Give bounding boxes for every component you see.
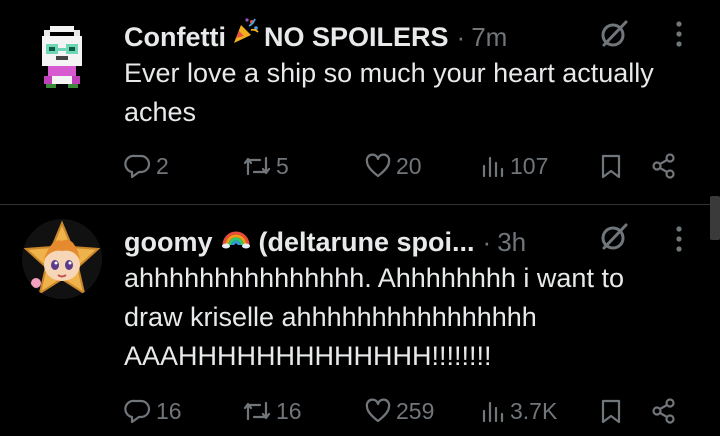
views-button[interactable]: 107 bbox=[480, 146, 548, 186]
anime-star-avatar-image bbox=[23, 220, 101, 296]
views-button[interactable]: 3.7K bbox=[480, 391, 557, 431]
post-text: Ever love a ship so much your heart actu… bbox=[124, 58, 654, 127]
author-name-suffix[interactable]: NO SPOILERS bbox=[264, 22, 449, 53]
bookmark-button[interactable] bbox=[598, 146, 624, 186]
like-button[interactable]: 259 bbox=[364, 391, 434, 431]
separator-dot: · bbox=[482, 227, 492, 257]
timestamp[interactable]: 3h bbox=[497, 227, 526, 258]
views-count: 107 bbox=[510, 152, 549, 179]
views-icon bbox=[482, 401, 504, 423]
repost-count: 5 bbox=[276, 152, 289, 179]
post-1[interactable]: Confetti NO SPOILERS · 7m Ever love a sh… bbox=[0, 0, 720, 204]
reply-button[interactable]: 16 bbox=[124, 391, 182, 431]
reply-icon bbox=[124, 154, 151, 179]
action-bar: 16 16 259 3.7K bbox=[124, 391, 684, 431]
repost-count: 16 bbox=[276, 397, 302, 424]
avatar[interactable] bbox=[22, 219, 102, 299]
share-button[interactable] bbox=[650, 391, 678, 431]
repost-icon bbox=[243, 401, 271, 421]
rainbow-icon bbox=[221, 231, 250, 249]
post-header: goomy (deltarune spoi... · 3h bbox=[124, 221, 526, 258]
share-icon bbox=[652, 398, 675, 424]
post-2[interactable]: goomy (deltarune spoi... · 3h ahhhhhhhhh… bbox=[0, 205, 720, 436]
heart-icon bbox=[365, 153, 391, 178]
timestamp[interactable]: 7m bbox=[471, 22, 507, 53]
repost-icon bbox=[243, 156, 271, 176]
like-count: 259 bbox=[396, 397, 435, 424]
post-text: ahhhhhhhhhhhhhhh. Ahhhhhhhh i want to dr… bbox=[124, 263, 624, 371]
reply-icon bbox=[124, 399, 151, 424]
like-button[interactable]: 20 bbox=[364, 146, 422, 186]
like-count: 20 bbox=[396, 152, 422, 179]
pixel-goat-avatar-image bbox=[42, 26, 82, 88]
action-bar: 2 5 20 107 bbox=[124, 146, 684, 186]
author-name[interactable]: Confetti bbox=[124, 22, 226, 53]
more-icon[interactable] bbox=[668, 223, 690, 255]
bookmark-icon bbox=[601, 154, 621, 179]
reply-count: 2 bbox=[156, 152, 169, 179]
views-icon bbox=[482, 156, 504, 178]
post-header: Confetti NO SPOILERS · 7m bbox=[124, 16, 507, 53]
share-button[interactable] bbox=[650, 146, 678, 186]
party-popper-icon bbox=[233, 18, 259, 43]
reply-count: 16 bbox=[156, 397, 182, 424]
separator-dot: · bbox=[456, 22, 466, 52]
repost-button[interactable]: 5 bbox=[242, 146, 289, 186]
grok-icon[interactable] bbox=[598, 221, 630, 253]
share-icon bbox=[652, 153, 675, 179]
heart-icon bbox=[365, 398, 391, 423]
more-icon[interactable] bbox=[668, 18, 690, 50]
author-name[interactable]: goomy bbox=[124, 227, 213, 258]
bookmark-button[interactable] bbox=[598, 391, 624, 431]
bookmark-icon bbox=[601, 399, 621, 424]
reply-button[interactable]: 2 bbox=[124, 146, 169, 186]
views-count: 3.7K bbox=[510, 397, 558, 424]
avatar[interactable] bbox=[22, 18, 102, 98]
author-name-suffix[interactable]: (deltarune spoi... bbox=[259, 227, 475, 258]
repost-button[interactable]: 16 bbox=[242, 391, 302, 431]
grok-icon[interactable] bbox=[598, 18, 630, 50]
